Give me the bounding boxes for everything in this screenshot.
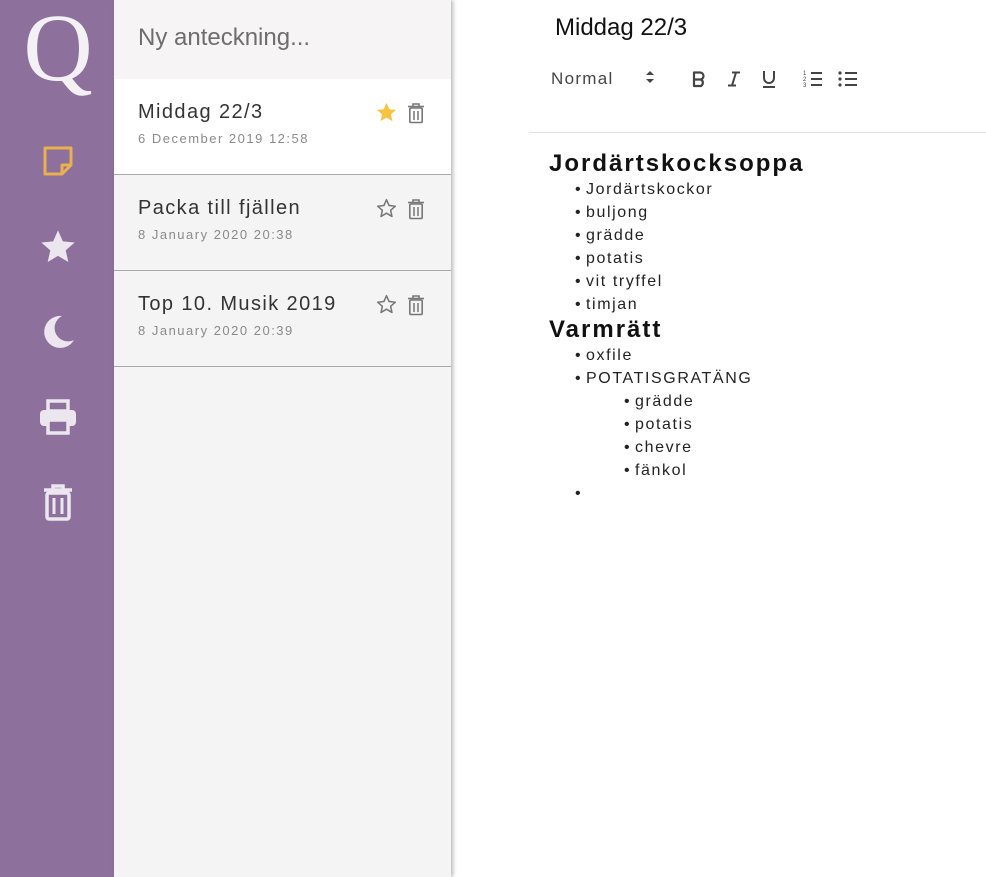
sidebar-print-button[interactable]: [30, 389, 86, 445]
bold-button[interactable]: [687, 67, 711, 91]
underline-icon: [763, 71, 775, 88]
content-list: Jordärtskockor buljong grädde potatis vi…: [549, 178, 969, 316]
note-item-packa[interactable]: Packa till fjällen 8 January 2020 20:38: [114, 175, 451, 271]
star-outline-icon[interactable]: [375, 197, 398, 220]
editor-content[interactable]: Jordärtskocksoppa Jordärtskockor buljong…: [549, 150, 969, 505]
list-item: POTATISGRATÄNG: [549, 367, 969, 390]
nested-list-item: potatis: [549, 413, 969, 436]
nested-list-item: grädde: [549, 390, 969, 413]
list-item: buljong: [549, 201, 969, 224]
note-item-top10[interactable]: Top 10. Musik 2019 8 January 2020 20:39: [114, 271, 451, 367]
star-outline-icon[interactable]: [375, 293, 398, 316]
select-arrows-icon: [645, 69, 655, 90]
logo-letter: Q: [23, 2, 92, 101]
moon-icon: [44, 315, 74, 348]
editor-panel: Middag 22/3 Normal 123 Jordärtskocksoppa…: [451, 0, 986, 877]
trash-icon: [44, 484, 72, 521]
list-item: Jordärtskockor: [549, 178, 969, 201]
delete-icon[interactable]: [404, 197, 427, 220]
list-item: potatis: [549, 247, 969, 270]
delete-icon[interactable]: [404, 293, 427, 316]
list-item: vit tryffel: [549, 270, 969, 293]
italic-button[interactable]: [722, 67, 746, 91]
printer-icon: [40, 399, 76, 435]
ordered-list-button[interactable]: 123: [801, 67, 825, 91]
nested-list-item: fänkol: [549, 459, 969, 482]
content-heading: Varmrätt: [549, 316, 663, 343]
note-icon: [43, 146, 73, 176]
note-date: 8 January 2020 20:38: [138, 227, 294, 242]
nested-list-item: chevre: [549, 436, 969, 459]
empty-list-item: ​: [549, 482, 969, 505]
content-list: oxfile POTATISGRATÄNG grädde potatis che…: [549, 344, 969, 505]
toolbar-divider: [529, 132, 986, 133]
sidebar-dark-mode-button[interactable]: [30, 304, 86, 360]
bold-icon: [692, 71, 705, 88]
list-item: timjan: [549, 293, 969, 316]
bullet-list-button[interactable]: [836, 67, 860, 91]
app-logo: Q: [23, 2, 92, 101]
format-select[interactable]: Normal: [551, 69, 657, 90]
note-date: 8 January 2020 20:39: [138, 323, 294, 338]
new-note-input[interactable]: Ny anteckning...: [114, 0, 451, 79]
underline-button[interactable]: [757, 67, 781, 91]
ordered-list-icon: 123: [803, 71, 822, 88]
note-item-middag[interactable]: Middag 22/3 6 December 2019 12:58: [114, 79, 451, 175]
sidebar-notes-button[interactable]: [30, 133, 86, 189]
note-actions: [375, 101, 427, 124]
star-filled-icon[interactable]: [375, 101, 398, 124]
sidebar-favorites-button[interactable]: [30, 219, 86, 275]
list-item: oxfile: [549, 344, 969, 367]
note-title-input[interactable]: Middag 22/3: [555, 14, 687, 42]
note-date: 6 December 2019 12:58: [138, 131, 309, 146]
note-actions: [375, 197, 427, 220]
app-sidebar: Q: [0, 0, 114, 877]
star-icon: [41, 230, 75, 262]
editor-toolbar: Normal 123: [551, 62, 860, 96]
italic-icon: [728, 71, 740, 87]
list-item: grädde: [549, 224, 969, 247]
delete-icon[interactable]: [404, 101, 427, 124]
svg-text:3: 3: [803, 83, 807, 88]
format-select-value: Normal: [551, 69, 614, 88]
sidebar-trash-button[interactable]: [30, 474, 86, 530]
notes-panel: Ny anteckning... Middag 22/3 6 December …: [114, 0, 451, 877]
content-heading: Jordärtskocksoppa: [549, 150, 805, 177]
bullet-list-icon: [838, 71, 857, 87]
note-actions: [375, 293, 427, 316]
